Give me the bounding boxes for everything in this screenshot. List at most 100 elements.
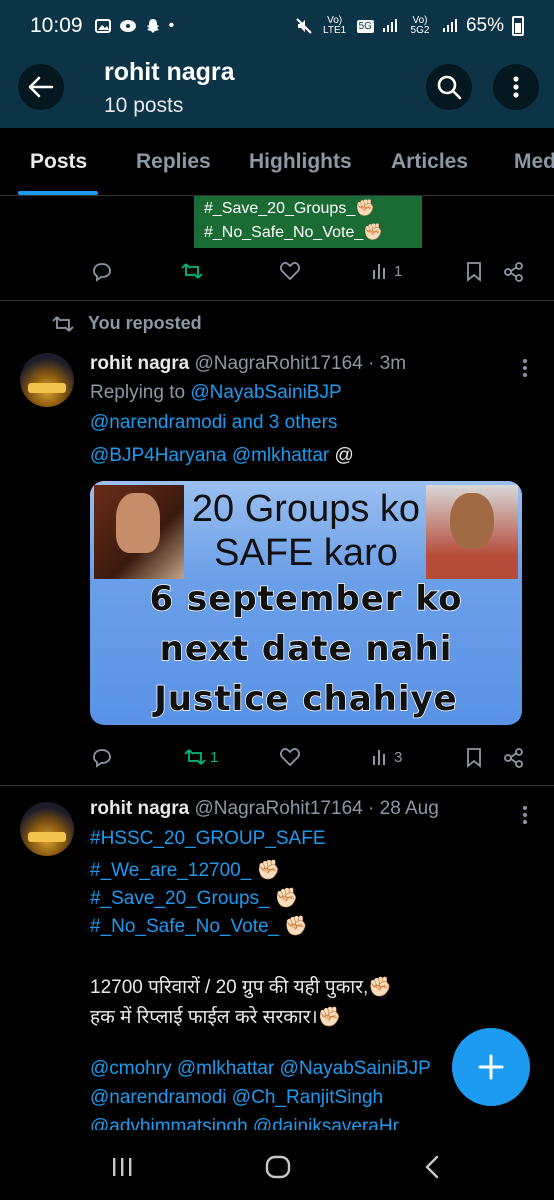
share-button[interactable] — [504, 748, 524, 768]
views-icon — [373, 750, 385, 765]
tab-media[interactable]: Med — [514, 150, 554, 174]
fist-emoji: ✊🏻 — [279, 916, 309, 937]
post-image[interactable]: 20 Groups ko SAFE karo 6 september ko ne… — [90, 481, 522, 725]
post-more-button[interactable] — [515, 805, 535, 825]
image-text: Justice chahiye — [154, 678, 458, 720]
dot-icon: • — [168, 17, 175, 34]
system-back-button[interactable] — [412, 1152, 452, 1182]
more-vertical-icon — [523, 359, 527, 377]
divider — [0, 300, 554, 301]
bookmark-button[interactable] — [466, 262, 482, 282]
hashtag-line: #_No_Safe_No_Vote_✊🏻 — [204, 224, 384, 241]
arrow-left-icon — [28, 76, 54, 98]
avatar[interactable] — [20, 802, 74, 856]
post-actions: 1 3 — [0, 748, 554, 778]
portrait-left — [94, 485, 184, 579]
avatar[interactable] — [20, 353, 74, 407]
image-text: 20 Groups ko — [191, 488, 421, 530]
like-button[interactable] — [280, 262, 300, 280]
profile-tabs: Posts Replies Highlights Articles Med — [0, 128, 554, 196]
bookmark-icon — [467, 262, 481, 282]
active-tab-indicator — [18, 191, 98, 195]
plus-icon — [478, 1054, 504, 1080]
heart-icon — [280, 748, 300, 766]
recent-apps-icon — [113, 1158, 132, 1176]
net-badge: 5G — [356, 19, 374, 33]
portrait-right — [426, 485, 518, 579]
reply-button[interactable] — [92, 748, 112, 768]
app-notification-icon — [119, 20, 136, 32]
hashtag-line: #_Save_20_Groups_ ✊🏻 — [90, 886, 299, 910]
views-button[interactable]: 3 — [372, 748, 402, 766]
more-options-button[interactable] — [493, 64, 539, 110]
repost-button[interactable] — [181, 262, 203, 280]
repost-icon — [184, 749, 206, 765]
reply-icon — [93, 263, 111, 282]
mentions-link[interactable]: @narendramodi and 3 others — [90, 412, 337, 434]
heart-icon — [280, 262, 300, 280]
search-button[interactable] — [426, 64, 472, 110]
hashtag-line: #_We_are_12700_ ✊🏻 — [90, 858, 280, 882]
mentions-link[interactable]: @advhimmatsingh @dainiksaveraHr — [90, 1116, 399, 1130]
volte2-label: Vo) 5G2 — [410, 15, 430, 36]
battery-percent: 65% — [465, 15, 504, 36]
status-time: 10:09 — [30, 14, 83, 37]
more-vertical-icon — [523, 806, 527, 824]
hashtag-link[interactable]: #_Save_20_Groups_ — [90, 888, 270, 909]
reply-icon — [93, 749, 111, 768]
more-vertical-icon — [513, 76, 519, 98]
signal-icon-2 — [442, 19, 457, 32]
replying-to-line: Replying to @NayabSainiBJP — [90, 382, 342, 404]
signal-icon — [382, 19, 397, 32]
hashtag-link[interactable]: #HSSC_20_GROUP_SAFE — [90, 828, 326, 850]
profile-name: rohit nagra — [104, 58, 235, 86]
author-name[interactable]: rohit nagra — [90, 798, 189, 819]
replying-prefix: Replying to — [90, 382, 191, 403]
home-icon — [265, 1155, 291, 1179]
hashtag-image[interactable]: #_Save_20_Groups_✊🏻 #_No_Safe_No_Vote_✊🏻 — [194, 196, 422, 248]
hashtag-link[interactable]: #_We_are_12700_ — [90, 860, 251, 881]
tab-posts[interactable]: Posts — [30, 150, 87, 174]
post-count: 10 posts — [104, 94, 184, 117]
tab-replies[interactable]: Replies — [136, 150, 211, 174]
post-author-line: rohit nagra @NagraRohit17164 · 3m — [90, 353, 406, 375]
repost-icon — [181, 263, 203, 279]
hashtag-link[interactable]: #_No_Safe_No_Vote_ — [90, 916, 279, 937]
home-button[interactable] — [258, 1152, 298, 1182]
chevron-left-icon — [425, 1155, 439, 1179]
mute-icon — [295, 18, 312, 34]
mention-link[interactable]: @NayabSainiBJP — [190, 382, 341, 403]
views-count: 3 — [394, 748, 403, 766]
tab-articles[interactable]: Articles — [391, 150, 468, 174]
profile-header: rohit nagra 10 posts — [0, 52, 554, 128]
author-name[interactable]: rohit nagra — [90, 353, 189, 374]
post-author-line: rohit nagra @NagraRohit17164 · 28 Aug — [90, 798, 439, 820]
recent-apps-button[interactable] — [102, 1152, 142, 1182]
views-count: 1 — [394, 262, 403, 280]
mentions-link[interactable]: @narendramodi @Ch_RanjitSingh — [90, 1087, 383, 1109]
fist-emoji: ✊🏻 — [269, 888, 299, 909]
tab-highlights[interactable]: Highlights — [249, 150, 352, 174]
post-more-button[interactable] — [515, 358, 535, 378]
bookmark-button[interactable] — [466, 748, 482, 768]
mention-partial: @ — [334, 445, 354, 466]
bookmark-icon — [467, 748, 481, 768]
post-text: 12700 परिवारों / 20 ग्रुप की यही पुकार,✊… — [90, 977, 392, 998]
mention-link[interactable]: @BJP4Haryana — [90, 445, 227, 466]
hashtag-line: #_Save_20_Groups_✊🏻 — [204, 200, 376, 217]
share-button[interactable] — [504, 262, 524, 282]
share-icon — [504, 748, 523, 768]
reply-button[interactable] — [92, 262, 112, 282]
back-button[interactable] — [18, 64, 64, 110]
mention-link[interactable]: @mlkhattar — [232, 445, 329, 466]
like-button[interactable] — [280, 748, 300, 766]
author-handle-time: @NagraRohit17164 · 28 Aug — [194, 798, 439, 819]
repost-label: You reposted — [88, 313, 202, 333]
status-bar: 10:09 • Vo) LTE1 5G Vo) 5G2 65% — [0, 0, 554, 52]
repost-button[interactable]: 1 — [184, 748, 218, 766]
snapchat-icon — [146, 19, 159, 33]
views-button[interactable]: 1 — [372, 262, 402, 280]
system-nav-bar — [0, 1130, 554, 1200]
image-text: 6 september ko — [149, 578, 463, 620]
compose-button[interactable] — [452, 1028, 530, 1106]
